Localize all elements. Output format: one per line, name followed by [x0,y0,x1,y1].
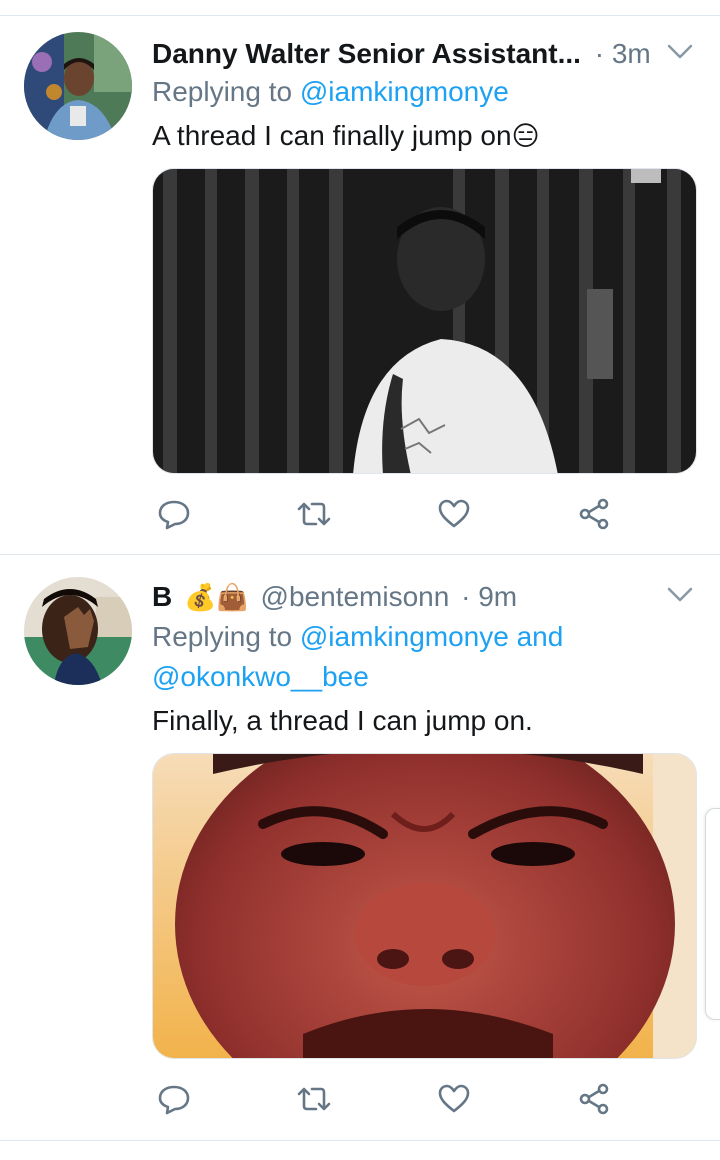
like-button[interactable] [432,492,476,536]
separator: · [461,581,471,612]
timestamp[interactable]: 9m [478,581,517,612]
reply-button[interactable] [152,1077,196,1121]
mention-link[interactable]: @iamkingmonye [300,76,509,107]
tweet-actions [152,492,712,536]
chevron-down-icon[interactable] [666,42,694,62]
mention-link[interactable]: @okonkwo__bee [152,661,369,692]
expressionless-emoji: 😑 [511,121,540,151]
bottom-divider [0,1140,720,1141]
separator: · [594,38,605,69]
avatar[interactable] [24,577,132,685]
tweet-image[interactable] [152,168,697,474]
display-name[interactable]: B [152,581,172,612]
reply-icon [158,500,190,530]
retweet-button[interactable] [292,492,336,536]
timestamp[interactable]: 3m [612,38,651,69]
heart-icon [438,499,470,528]
retweet-icon [297,1087,331,1111]
share-icon [579,1083,609,1115]
tweet-text: A thread I can finally jump on [152,120,512,151]
like-button[interactable] [432,1077,476,1121]
replying-label: Replying to [152,76,293,107]
share-button[interactable] [572,492,616,536]
share-icon [579,498,609,530]
retweet-button[interactable] [292,1077,336,1121]
tweet[interactable]: Danny Walter Senior Assistant... · 3m Re… [0,16,720,554]
share-button[interactable] [572,1077,616,1121]
avatar[interactable] [24,32,132,140]
tweet-text: Finally, a thread I can jump on. [152,705,533,736]
mention-link[interactable]: @iamkingmonye [300,621,509,652]
scrollbar-thumb[interactable] [705,808,720,1020]
chevron-down-icon[interactable] [666,585,694,605]
replying-and[interactable]: and [517,621,564,652]
reply-icon [158,1085,190,1115]
retweet-icon [297,502,331,526]
tweet-image[interactable] [152,753,697,1059]
replying-label: Replying to [152,621,293,652]
heart-icon [438,1084,470,1113]
tweet[interactable]: B 💰👜 @bentemisonn · 9m Replying to @iamk… [0,555,720,1139]
name-emojis: 💰👜 [184,582,249,612]
reply-button[interactable] [152,492,196,536]
handle[interactable]: @bentemisonn [261,581,450,612]
tweet-actions [152,1077,712,1121]
display-name[interactable]: Danny Walter Senior Assistant... [152,38,581,69]
